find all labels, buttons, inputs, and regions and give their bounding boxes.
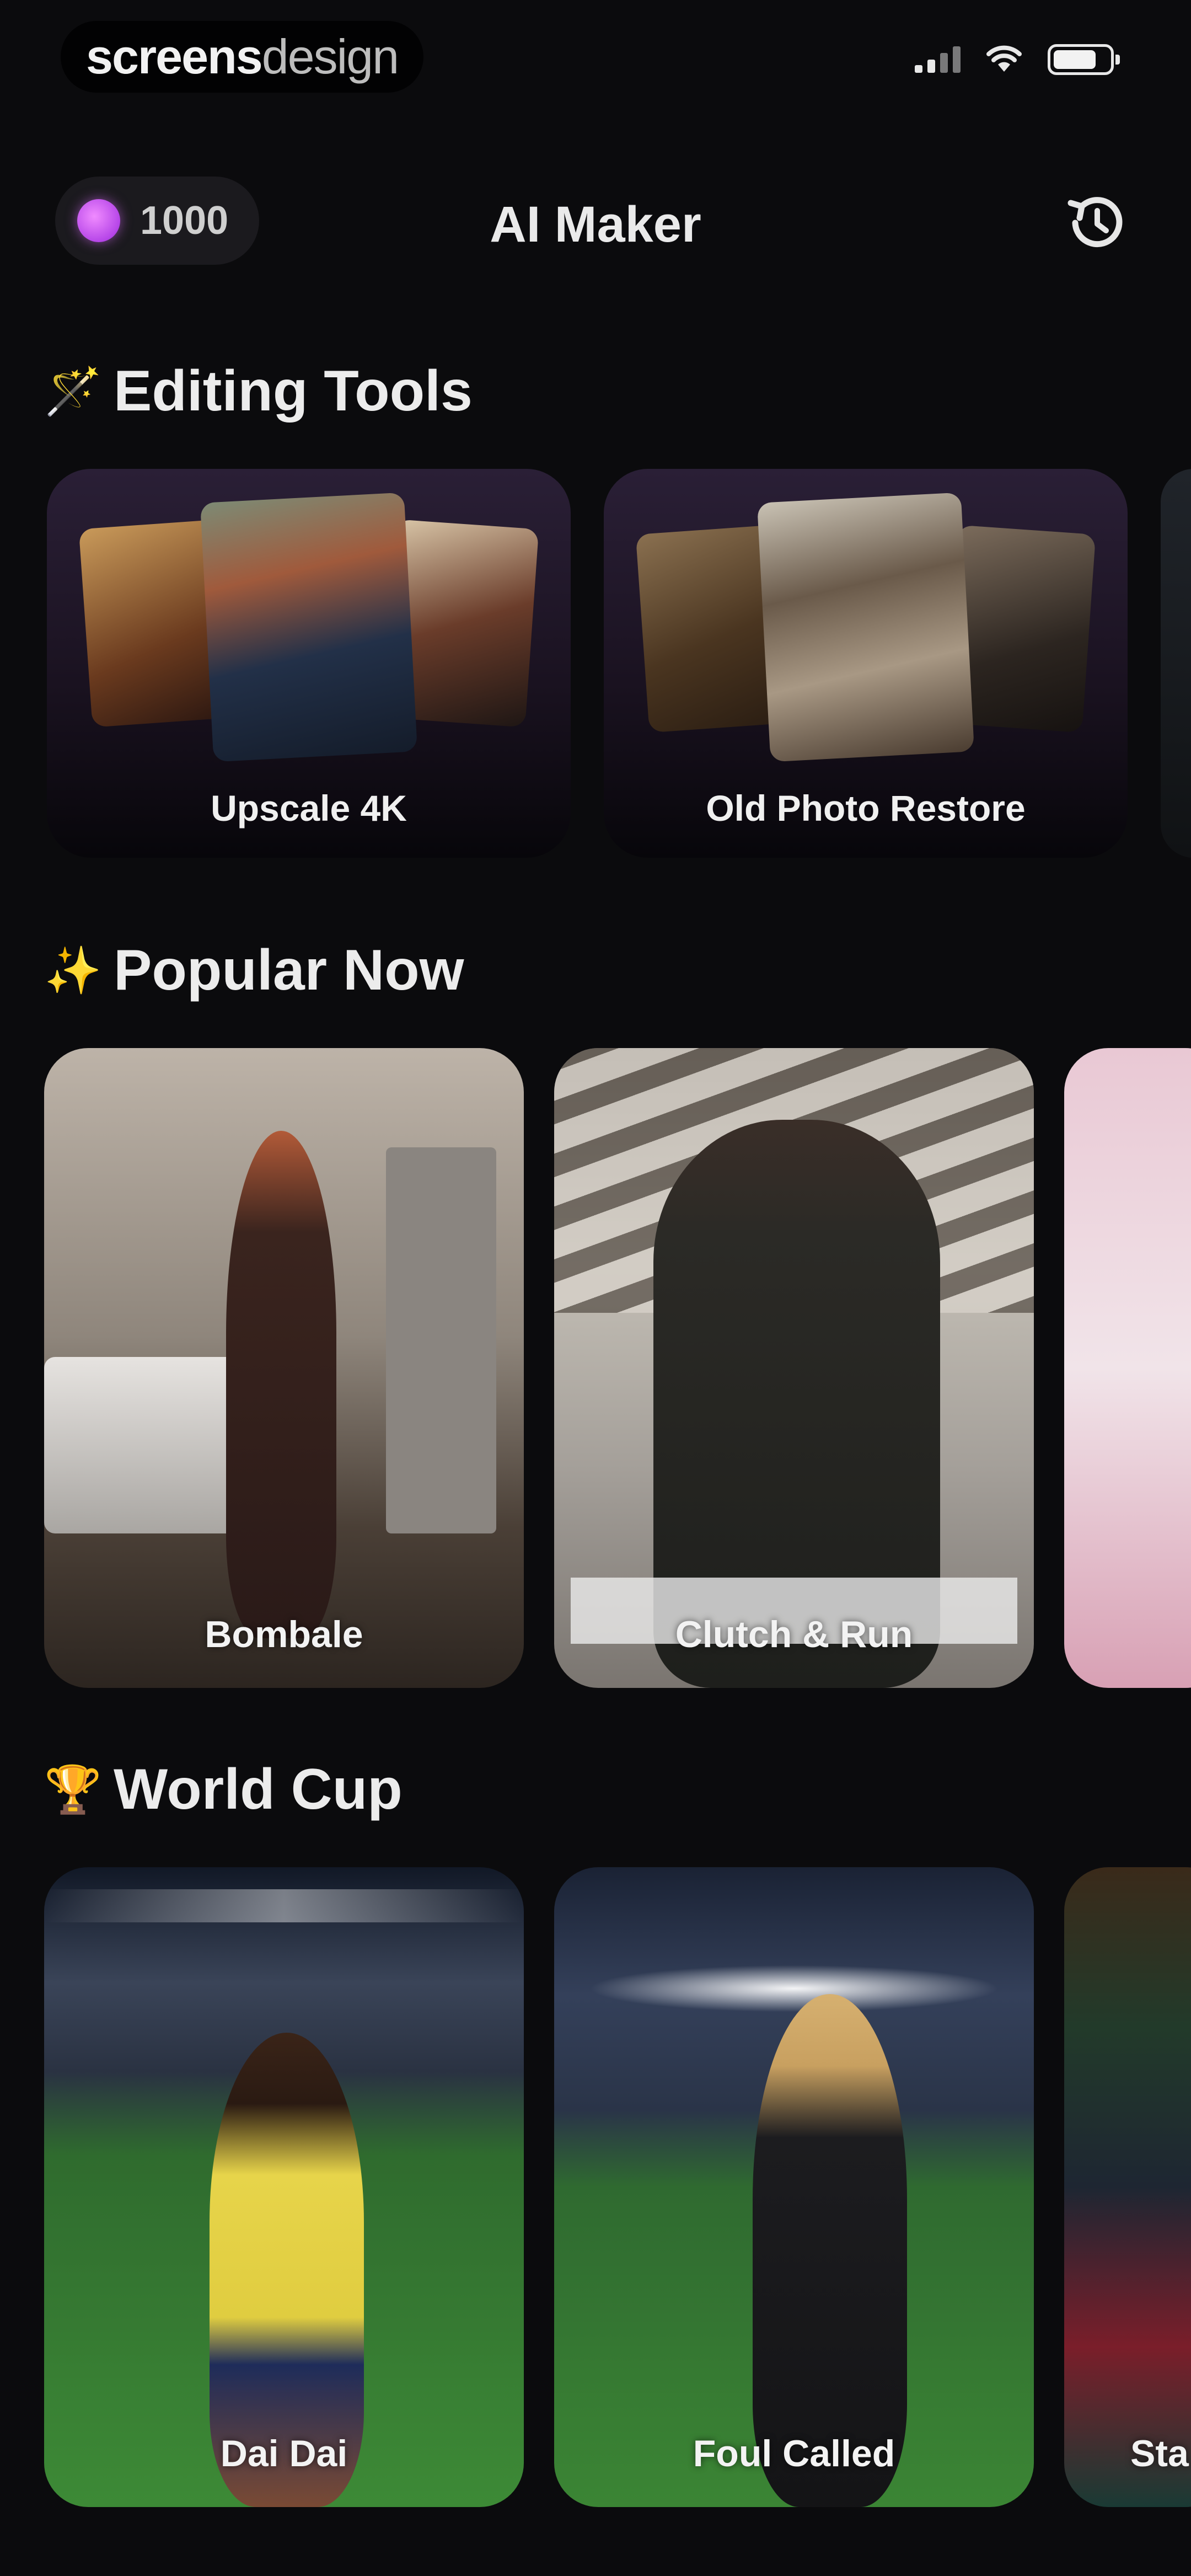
- section-title: World Cup: [114, 1757, 403, 1821]
- video-label: Dai Dai: [220, 2433, 348, 2475]
- video-card-partial[interactable]: [1064, 1048, 1191, 1688]
- sample-photo: [200, 492, 418, 762]
- cellular-signal-icon: [915, 46, 961, 73]
- section-title: Popular Now: [114, 938, 464, 1002]
- section-title: Editing Tools: [114, 359, 473, 423]
- stadium-lights: [44, 1889, 524, 1922]
- video-card-foul-called[interactable]: Foul Called: [554, 1867, 1034, 2507]
- video-card-partial[interactable]: Sta: [1064, 1867, 1191, 2507]
- tool-card-old-photo-restore[interactable]: Old Photo Restore: [604, 469, 1128, 858]
- page-title: AI Maker: [490, 196, 701, 253]
- brand-light: design: [261, 29, 399, 84]
- top-bar: 1000 AI Maker: [0, 165, 1191, 276]
- video-card-dai-dai[interactable]: Dai Dai: [44, 1867, 524, 2507]
- magic-wand-icon: 🪄: [44, 365, 102, 417]
- section-popular-now: ✨ Popular Now: [44, 938, 464, 1003]
- video-label: Sta: [1130, 2433, 1189, 2475]
- person-figure: [226, 1131, 336, 1638]
- sparkles-icon: ✨: [44, 944, 102, 996]
- sample-photo: [757, 492, 975, 762]
- tool-label: Upscale 4K: [211, 788, 407, 829]
- tool-card-partial[interactable]: [1161, 469, 1191, 858]
- section-world-cup: 🏆 World Cup: [44, 1757, 403, 1823]
- history-icon[interactable]: [1059, 186, 1131, 259]
- battery-icon: [1048, 44, 1120, 75]
- trophy-icon: 🏆: [44, 1763, 102, 1815]
- wifi-icon: [986, 45, 1022, 72]
- tool-card-upscale-4k[interactable]: Upscale 4K: [47, 469, 571, 858]
- video-card-bombale[interactable]: Bombale: [44, 1048, 524, 1688]
- doorway-shape: [386, 1147, 496, 1533]
- stadium-lights: [554, 1961, 1034, 2016]
- brand-bold: screens: [86, 29, 263, 84]
- video-label: Foul Called: [693, 2433, 895, 2475]
- status-bar: screens design: [0, 0, 1191, 121]
- video-label: Clutch & Run: [675, 1613, 913, 1655]
- brand-logo: screens design: [61, 21, 424, 93]
- video-card-clutch-run[interactable]: Clutch & Run: [554, 1048, 1034, 1688]
- tool-label: Old Photo Restore: [706, 788, 1026, 829]
- video-label: Bombale: [205, 1613, 363, 1655]
- system-icons: [915, 44, 1120, 75]
- section-editing-tools: 🪄 Editing Tools: [44, 359, 473, 424]
- referee-figure: [753, 1994, 907, 2507]
